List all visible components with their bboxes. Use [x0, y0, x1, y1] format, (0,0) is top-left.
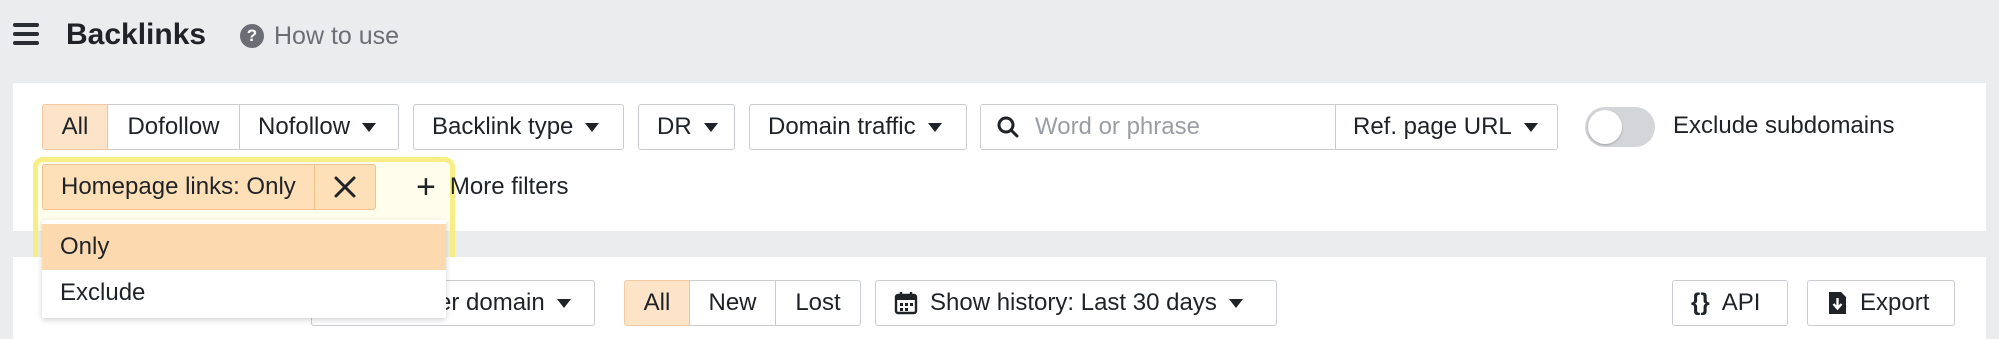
dr-label: DR: [657, 113, 692, 140]
search-scope-label: Ref. page URL: [1353, 113, 1512, 140]
plus-icon: +: [416, 168, 436, 206]
exclude-subdomains-label: Exclude subdomains: [1673, 112, 1895, 139]
question-circle-icon: ?: [240, 24, 264, 48]
homepage-links-menu: Only Exclude: [42, 220, 446, 318]
chevron-down-icon: [703, 122, 718, 132]
how-to-use-label: How to use: [274, 21, 400, 50]
how-to-use-link[interactable]: ? How to use: [240, 21, 400, 50]
chevron-down-icon: [585, 122, 600, 132]
menu-item-exclude[interactable]: Exclude: [42, 270, 446, 316]
chevron-down-icon: [362, 122, 377, 132]
chevron-down-icon: [927, 122, 942, 132]
more-filters-button[interactable]: + More filters: [416, 170, 569, 204]
show-history-dropdown[interactable]: Show history: Last 30 days: [875, 280, 1277, 326]
api-button[interactable]: {} API: [1672, 280, 1788, 326]
search-scope-dropdown[interactable]: Ref. page URL: [1335, 104, 1558, 150]
close-icon[interactable]: [313, 164, 376, 210]
exclude-subdomains-toggle[interactable]: [1585, 107, 1655, 147]
calendar-icon: [894, 291, 918, 315]
chevron-down-icon: [1523, 122, 1538, 132]
chevron-down-icon: [556, 298, 571, 308]
backlink-type-dropdown[interactable]: Backlink type: [413, 104, 624, 150]
backlink-type-label: Backlink type: [432, 113, 574, 140]
hamburger-menu-icon[interactable]: [13, 23, 39, 45]
nofollow-label: Nofollow: [258, 113, 351, 140]
filter-dofollow-button[interactable]: Dofollow: [107, 104, 240, 150]
download-icon: [1826, 291, 1848, 315]
api-label: API: [1721, 289, 1761, 316]
domain-traffic-label: Domain traffic: [768, 113, 916, 140]
history-new-button[interactable]: New: [689, 280, 776, 326]
chevron-down-icon: [1228, 298, 1243, 308]
dr-dropdown[interactable]: DR: [638, 104, 735, 150]
filter-all-button[interactable]: All: [42, 104, 108, 150]
history-all-button[interactable]: All: [624, 280, 690, 326]
homepage-links-chip-label[interactable]: Homepage links: Only: [42, 164, 314, 210]
braces-icon: {}: [1691, 289, 1710, 316]
toggle-knob: [1588, 110, 1622, 144]
top-bar: Backlinks ? How to use: [0, 0, 1999, 72]
page-title: Backlinks: [66, 18, 207, 51]
grouping-label: er domain: [438, 289, 545, 316]
export-label: Export: [1860, 289, 1930, 316]
domain-traffic-dropdown[interactable]: Domain traffic: [749, 104, 967, 150]
search-box: [980, 104, 1336, 150]
homepage-links-chip: Homepage links: Only: [42, 164, 376, 210]
export-button[interactable]: Export: [1807, 280, 1955, 326]
more-filters-label: More filters: [449, 173, 569, 200]
history-lost-button[interactable]: Lost: [775, 280, 861, 326]
filter-nofollow-dropdown[interactable]: Nofollow: [239, 104, 399, 150]
menu-item-only[interactable]: Only: [42, 224, 446, 270]
search-icon: [997, 116, 1019, 138]
search-input[interactable]: [1035, 105, 1325, 149]
show-history-label: Show history: Last 30 days: [930, 289, 1217, 316]
